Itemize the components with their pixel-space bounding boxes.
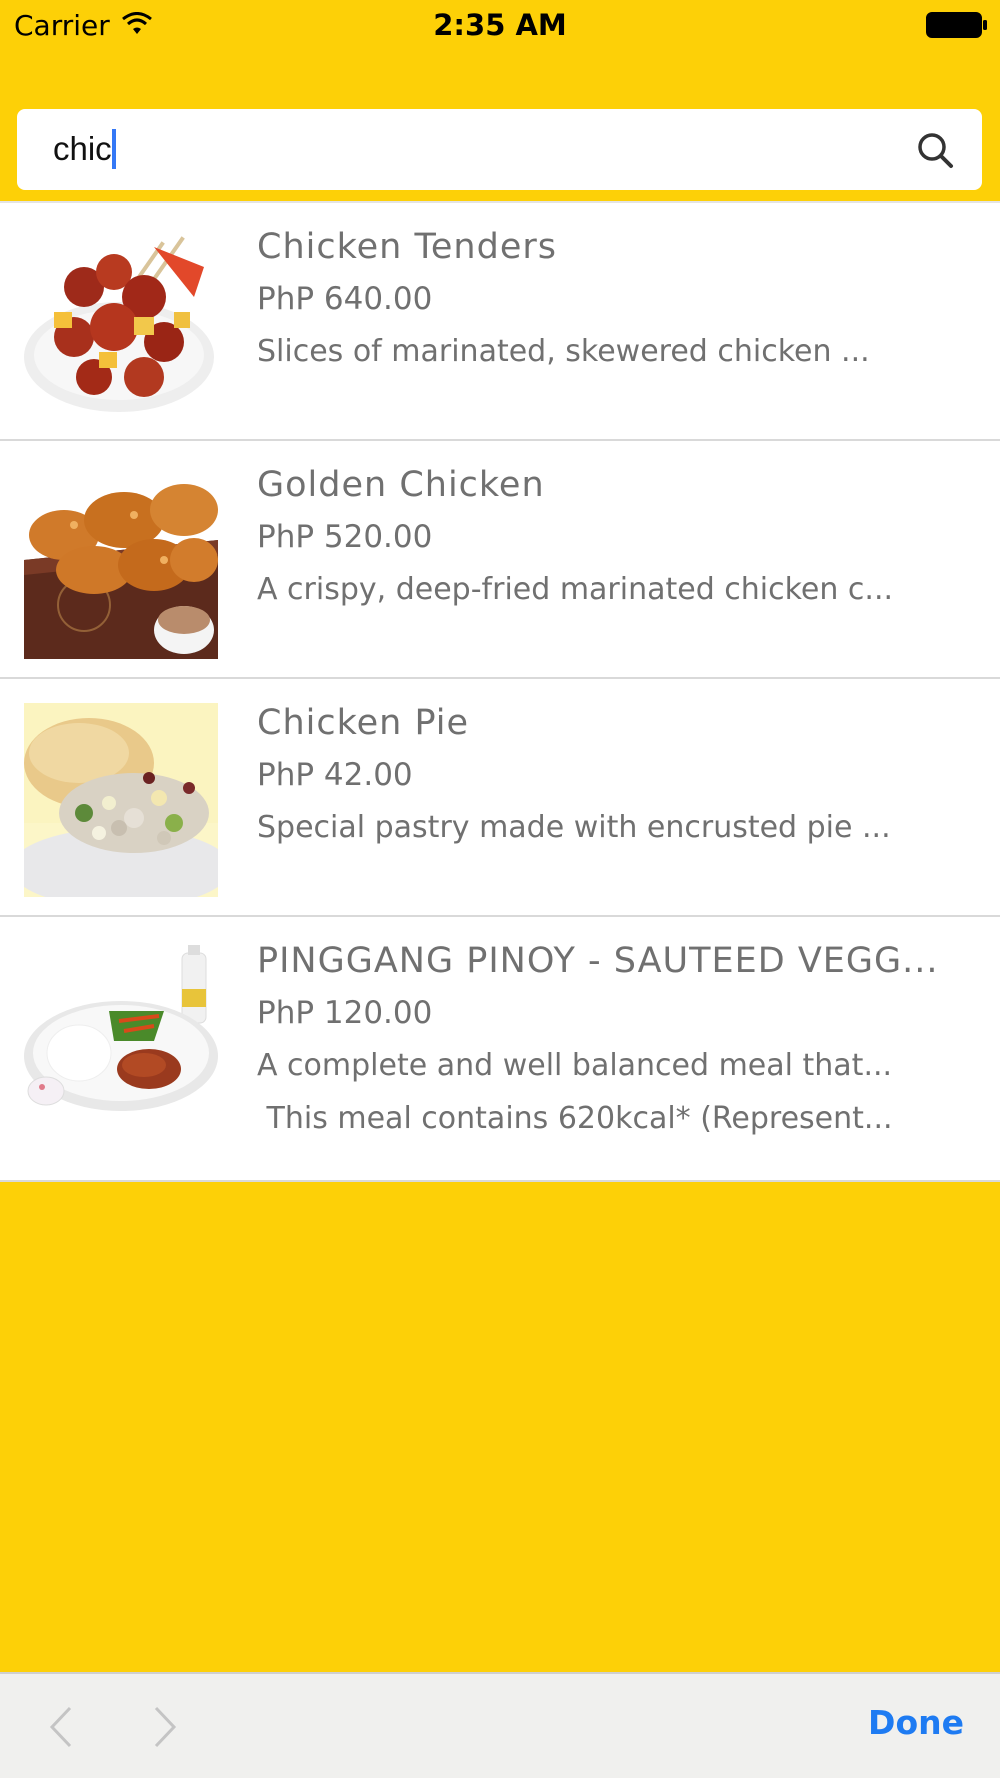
item-description-line-2: This meal contains 620kcal* (Represent..… xyxy=(257,1101,893,1136)
item-details: PINGGANG PINOY - SAUTEED VEGG... PhP 120… xyxy=(257,935,977,1145)
result-row[interactable]: PINGGANG PINOY - SAUTEED VEGG... PhP 120… xyxy=(0,917,1000,1182)
result-row[interactable]: Chicken Pie PhP 42.00 Special pastry mad… xyxy=(0,679,1000,917)
item-name: PINGGANG PINOY - SAUTEED VEGG... xyxy=(257,941,939,981)
item-name: Chicken Pie xyxy=(257,703,470,743)
battery-icon xyxy=(926,12,988,38)
food-thumbnail xyxy=(24,941,218,1135)
item-description: Special pastry made with encrusted pie .… xyxy=(257,810,891,845)
item-details: Golden Chicken PhP 520.00 A crispy, deep… xyxy=(257,459,977,616)
done-button[interactable]: Done xyxy=(862,1702,970,1743)
result-row[interactable]: Golden Chicken PhP 520.00 A crispy, deep… xyxy=(0,441,1000,679)
item-name: Golden Chicken xyxy=(257,465,545,505)
food-thumbnail xyxy=(24,703,218,897)
text-caret xyxy=(111,129,116,169)
chevron-left-icon[interactable] xyxy=(34,1700,88,1754)
item-price: PhP 520.00 xyxy=(257,519,433,555)
food-thumbnail xyxy=(24,227,218,421)
item-description: Slices of marinated, skewered chicken ..… xyxy=(257,334,870,369)
food-thumbnail xyxy=(24,465,218,659)
search-icon[interactable] xyxy=(916,131,954,169)
item-price: PhP 42.00 xyxy=(257,757,413,793)
item-price: PhP 120.00 xyxy=(257,995,433,1031)
app-screen: Carrier 2:35 AM chic Chicken Tenders PhP… xyxy=(0,0,1000,1778)
item-price: PhP 640.00 xyxy=(257,281,433,317)
item-details: Chicken Pie PhP 42.00 Special pastry mad… xyxy=(257,697,977,854)
result-row[interactable]: Chicken Tenders PhP 640.00 Slices of mar… xyxy=(0,203,1000,441)
search-results-list: Chicken Tenders PhP 640.00 Slices of mar… xyxy=(0,201,1000,1182)
status-bar: Carrier 2:35 AM xyxy=(0,0,1000,50)
item-name: Chicken Tenders xyxy=(257,227,557,267)
status-time: 2:35 AM xyxy=(433,8,567,42)
item-details: Chicken Tenders PhP 640.00 Slices of mar… xyxy=(257,221,977,378)
keyboard-toolbar: Done xyxy=(0,1672,1000,1778)
search-bar[interactable]: chic xyxy=(17,109,982,190)
item-description: A complete and well balanced meal that..… xyxy=(257,1048,893,1083)
search-query: chic xyxy=(53,130,112,167)
chevron-right-icon[interactable] xyxy=(138,1700,192,1754)
item-description: A crispy, deep-fried marinated chicken c… xyxy=(257,572,894,607)
search-input[interactable]: chic xyxy=(53,127,116,171)
